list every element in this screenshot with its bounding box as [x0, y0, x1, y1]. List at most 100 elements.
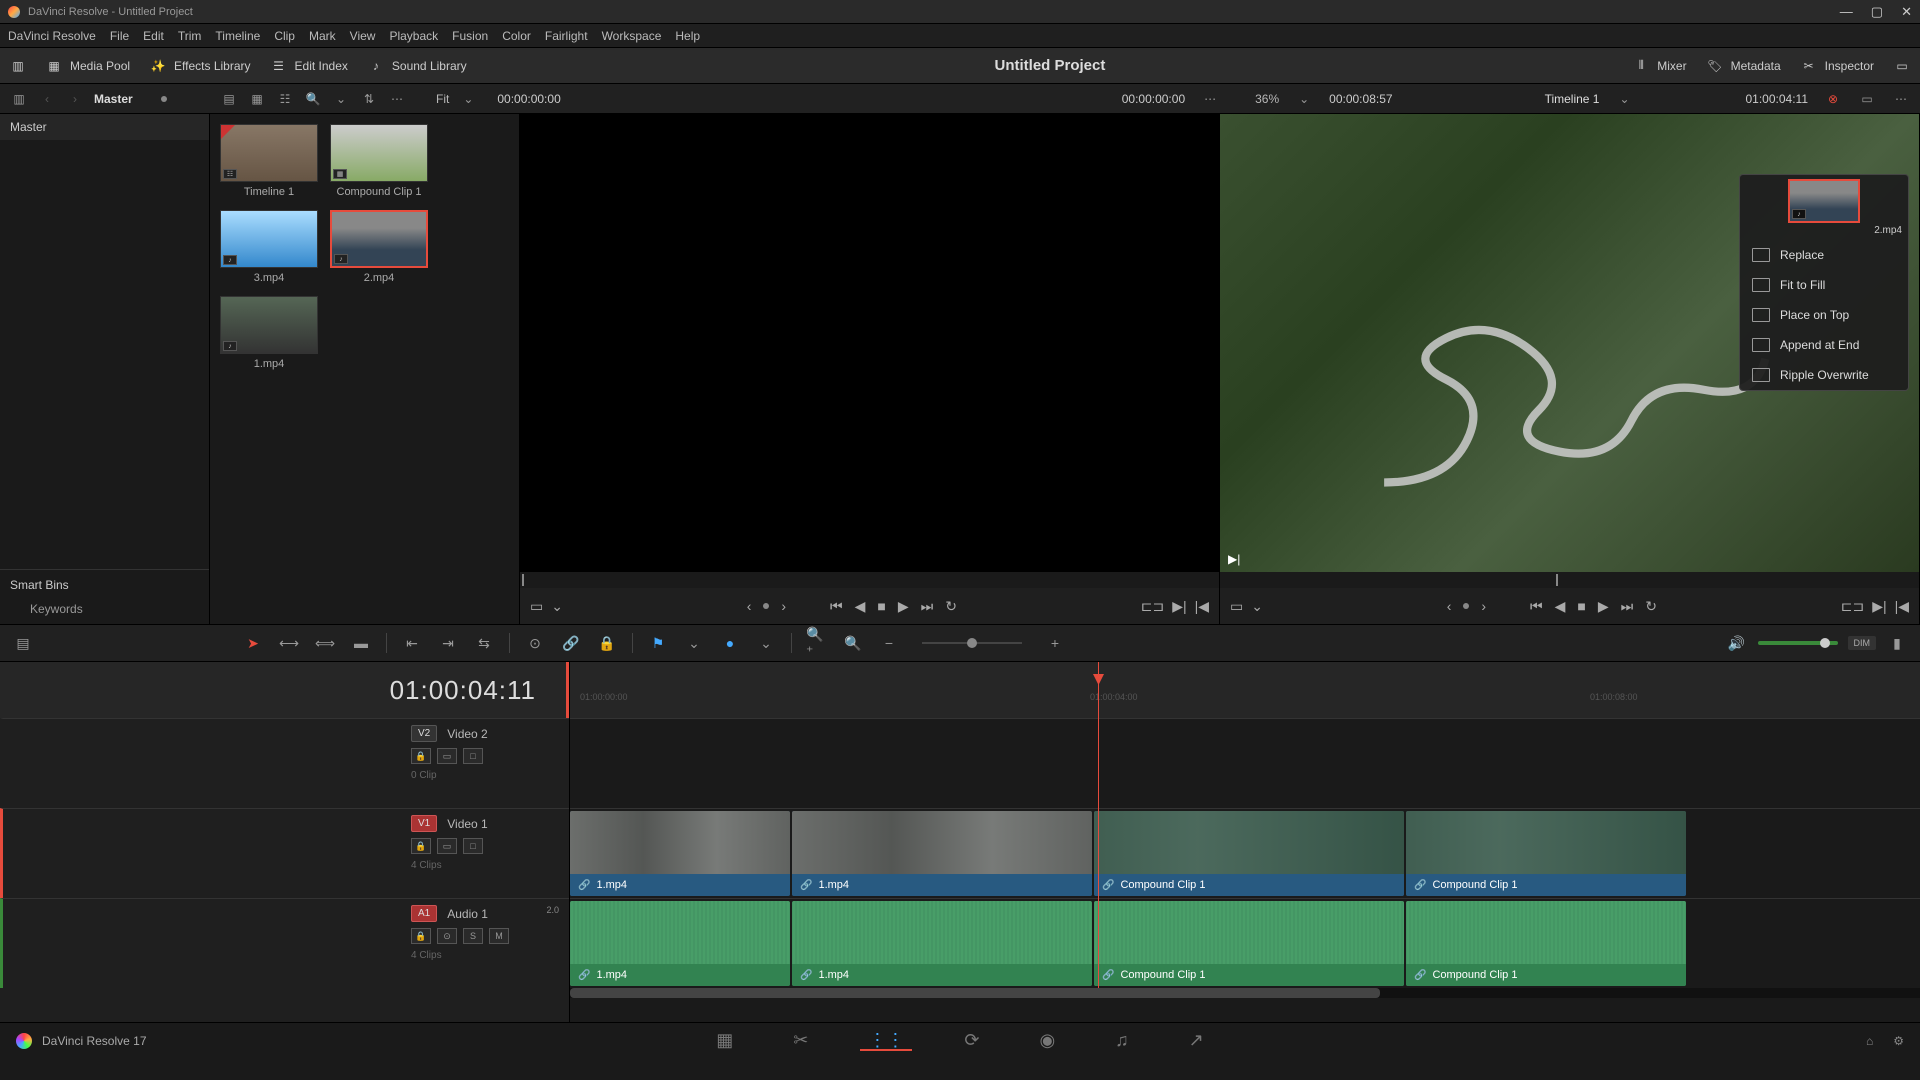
zoom-slider[interactable]: [922, 642, 1022, 644]
solo-button[interactable]: S: [463, 928, 483, 944]
lock-icon[interactable]: 🔒: [411, 838, 431, 854]
rec-jog-fwd[interactable]: ›: [1481, 598, 1486, 614]
lock-icon[interactable]: 🔒: [411, 748, 431, 764]
source-options[interactable]: ⋯: [1201, 90, 1219, 108]
timeline-clip[interactable]: 🔗1.mp4: [570, 901, 790, 986]
expand-button[interactable]: ▭: [1894, 58, 1910, 74]
menu-timeline[interactable]: Timeline: [215, 29, 260, 43]
rec-stop[interactable]: ■: [1577, 598, 1585, 614]
rec-loop[interactable]: ↻: [1645, 598, 1657, 615]
menu-view[interactable]: View: [350, 29, 376, 43]
zoom-minus[interactable]: −: [878, 632, 900, 654]
track-lane[interactable]: 🔗1.mp4🔗1.mp4🔗Compound Clip 1🔗Compound Cl…: [570, 808, 1920, 898]
src-match-frame-button[interactable]: ▭: [530, 598, 543, 615]
rec-last-frame[interactable]: ⏭: [1621, 598, 1634, 615]
src-goto-out[interactable]: |◀: [1195, 598, 1209, 615]
bin-view-button[interactable]: ▥: [10, 90, 28, 108]
replace-button[interactable]: ⇆: [473, 632, 495, 654]
rec-match-frame-button[interactable]: ▭: [1230, 598, 1243, 615]
edit-page-button[interactable]: ⋮⋮: [868, 1030, 904, 1051]
search-button[interactable]: 🔍: [304, 90, 322, 108]
timeline-clip[interactable]: 🔗Compound Clip 1: [1094, 901, 1404, 986]
rec-first-frame[interactable]: ⏮: [1530, 598, 1543, 615]
track-header-v2[interactable]: V2Video 2🔒▭□0 Clip: [0, 718, 569, 808]
src-jog-back[interactable]: ‹: [747, 598, 752, 614]
src-stop[interactable]: ■: [877, 598, 885, 614]
timeline-h-scrollbar[interactable]: [570, 988, 1920, 998]
zoom-out-tool[interactable]: 🔍: [842, 632, 864, 654]
volume-slider[interactable]: [1758, 641, 1838, 645]
menu-help[interactable]: Help: [675, 29, 700, 43]
snap-toggle[interactable]: ⊙: [524, 632, 546, 654]
insert-button[interactable]: ⇤: [401, 632, 423, 654]
effects-library-toggle[interactable]: ✨Effects Library: [150, 58, 250, 74]
lock-icon[interactable]: 🔒: [411, 928, 431, 944]
rec-prev-frame[interactable]: ◀: [1555, 598, 1566, 615]
track-lane[interactable]: [570, 718, 1920, 808]
timeline-clip[interactable]: 🔗Compound Clip 1: [1406, 901, 1686, 986]
track-header-v1[interactable]: V1Video 1🔒▭□4 Clips: [0, 808, 569, 898]
strip-view-button[interactable]: ☷: [276, 90, 294, 108]
media-page-button[interactable]: ▦: [716, 1030, 733, 1051]
media-thumb[interactable]: ♪: [220, 210, 318, 268]
track-dest-badge[interactable]: A1: [411, 905, 437, 922]
overlay-ripple-overwrite[interactable]: Ripple Overwrite: [1740, 360, 1908, 390]
record-scrub-bar[interactable]: [1220, 572, 1919, 588]
fairlight-page-button[interactable]: ♫: [1115, 1030, 1129, 1051]
fusion-page-button[interactable]: ⟳: [964, 1030, 979, 1051]
viewer-zoom-fit[interactable]: Fit: [436, 92, 449, 106]
minimize-button[interactable]: —: [1840, 4, 1853, 20]
menu-workspace[interactable]: Workspace: [602, 29, 662, 43]
smart-bin-keywords[interactable]: Keywords: [10, 602, 199, 616]
menu-mark[interactable]: Mark: [309, 29, 336, 43]
timeline-ruler[interactable]: 01:00:00:0001:00:04:0001:00:08:00: [570, 662, 1920, 718]
mixer-toggle[interactable]: ⫴Mixer: [1633, 58, 1686, 74]
zoom-dropdown[interactable]: ⌄: [459, 90, 477, 108]
menu-fusion[interactable]: Fusion: [452, 29, 488, 43]
track-dest-badge[interactable]: V1: [411, 815, 437, 832]
menu-edit[interactable]: Edit: [143, 29, 164, 43]
menu-playback[interactable]: Playback: [389, 29, 438, 43]
track-name[interactable]: Video 2: [447, 727, 487, 741]
zoom-tool[interactable]: 🔍⁺: [806, 632, 828, 654]
home-button[interactable]: ⌂: [1866, 1034, 1873, 1048]
src-match-dropdown[interactable]: ⌄: [551, 598, 563, 615]
cut-page-button[interactable]: ✂: [793, 1030, 808, 1051]
menu-file[interactable]: File: [110, 29, 129, 43]
dynamic-trim-tool[interactable]: ⟺: [314, 632, 336, 654]
track-dest-badge[interactable]: V2: [411, 725, 437, 742]
rec-goto-in[interactable]: ▶|: [1872, 598, 1886, 615]
overlay-fit-to-fill[interactable]: Fit to Fill: [1740, 270, 1908, 300]
timeline-timecode[interactable]: 01:00:04:11: [0, 662, 569, 718]
nav-back-button[interactable]: ‹: [38, 90, 56, 108]
dim-button[interactable]: DIM: [1848, 636, 1877, 650]
rec-play[interactable]: ▶: [1598, 598, 1609, 615]
meter-button[interactable]: ▮: [1886, 632, 1908, 654]
src-inout-button[interactable]: ⊏⊐: [1141, 598, 1164, 615]
layout-preset-button[interactable]: ▥: [10, 58, 26, 74]
media-pool-toggle[interactable]: ▦Media Pool: [46, 58, 130, 74]
bin-root[interactable]: Master: [0, 114, 209, 140]
record-viewer-canvas[interactable]: ▶| ♪ 2.mp4 ReplaceFit to FillPlace on To…: [1220, 114, 1919, 572]
overlay-place-on-top[interactable]: Place on Top: [1740, 300, 1908, 330]
volume-icon[interactable]: 🔊: [1726, 632, 1748, 654]
search-dropdown[interactable]: ⌄: [332, 90, 350, 108]
thumb-view-button[interactable]: ▦: [248, 90, 266, 108]
close-button[interactable]: ✕: [1901, 4, 1912, 20]
media-item[interactable]: ♪1.mp4: [220, 296, 318, 370]
menu-trim[interactable]: Trim: [178, 29, 202, 43]
menu-clip[interactable]: Clip: [274, 29, 295, 43]
record-zoom-dropdown[interactable]: ⌄: [1295, 90, 1313, 108]
playhead[interactable]: [1098, 662, 1099, 718]
mute-button[interactable]: M: [489, 928, 509, 944]
rec-inout-button[interactable]: ⊏⊐: [1841, 598, 1864, 615]
timeline-selector[interactable]: Timeline 1: [1545, 92, 1600, 106]
flag-button[interactable]: ⚑: [647, 632, 669, 654]
lock-toggle[interactable]: 🔒: [596, 632, 618, 654]
track-lane[interactable]: 🔗1.mp4🔗1.mp4🔗Compound Clip 1🔗Compound Cl…: [570, 898, 1920, 988]
timeline-tracks-area[interactable]: 01:00:00:0001:00:04:0001:00:08:00 🔗1.mp4…: [570, 662, 1920, 1022]
deliver-page-button[interactable]: ↗: [1189, 1030, 1204, 1051]
flag-dropdown[interactable]: ⌄: [683, 632, 705, 654]
source-scrub-bar[interactable]: [520, 572, 1219, 588]
disable-button[interactable]: □: [463, 838, 483, 854]
